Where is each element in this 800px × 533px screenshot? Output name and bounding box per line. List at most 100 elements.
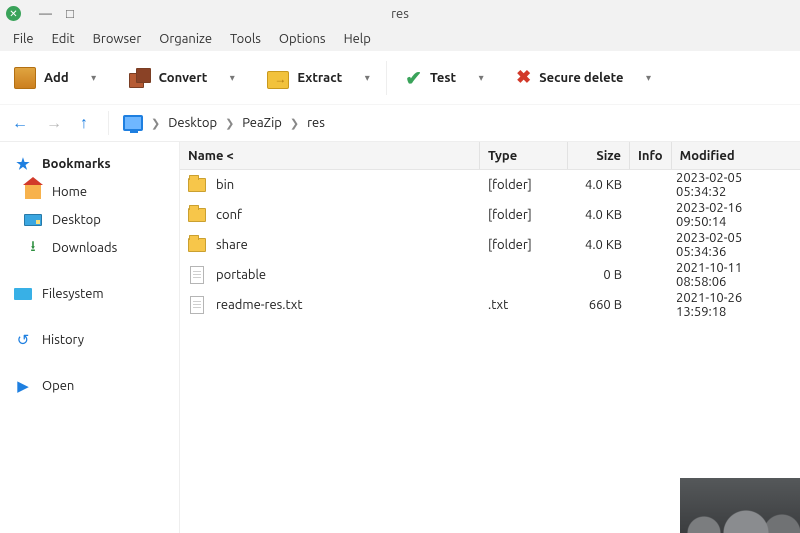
- file-name: share: [216, 238, 248, 252]
- toolbar-separator: [386, 61, 387, 95]
- file-type: [folder]: [480, 200, 568, 230]
- menu-file[interactable]: File: [4, 29, 43, 49]
- extract-label: Extract: [297, 71, 342, 85]
- add-button[interactable]: Add: [8, 63, 75, 93]
- file-modified: 2023-02-16 09:50:14: [668, 200, 800, 230]
- file-icon: [190, 296, 204, 314]
- file-modified: 2023-02-05 05:34:36: [668, 230, 800, 260]
- file-modified: 2023-02-05 05:34:32: [668, 170, 800, 200]
- file-modified: 2021-10-26 13:59:18: [668, 290, 800, 320]
- window-maximize-button[interactable]: □: [66, 6, 74, 21]
- secure-delete-dropdown[interactable]: [642, 71, 656, 85]
- column-type[interactable]: Type: [480, 142, 568, 169]
- home-icon: [25, 185, 41, 199]
- downloads-label: Downloads: [52, 241, 117, 255]
- window-minimize-button[interactable]: —: [39, 7, 52, 21]
- history-icon: ↺: [14, 332, 32, 348]
- file-info: [630, 170, 668, 200]
- file-modified: 2021-10-11 08:58:06: [668, 260, 800, 290]
- menu-options[interactable]: Options: [270, 29, 335, 49]
- file-info: [630, 200, 668, 230]
- desktop-icon: [24, 214, 42, 226]
- drive-icon: [14, 288, 32, 300]
- nav-forward-button[interactable]: →: [44, 114, 64, 133]
- folder-icon: [188, 208, 206, 222]
- column-modified[interactable]: Modified: [672, 142, 800, 169]
- extract-dropdown[interactable]: [360, 71, 374, 85]
- navbar: ← → ↑ ❯ Desktop ❯ PeaZip ❯ res: [0, 105, 800, 141]
- main-area: ★ Bookmarks Home Desktop ⭳ Downloads Fil…: [0, 141, 800, 533]
- folder-icon: [188, 238, 206, 252]
- table-row[interactable]: readme-res.txt.txt660 B2021-10-26 13:59:…: [180, 290, 800, 320]
- extract-folder-icon: [267, 71, 289, 89]
- boxes-icon: [129, 67, 151, 89]
- open-label: Open: [42, 379, 74, 393]
- menubar: File Edit Browser Organize Tools Options…: [0, 27, 800, 51]
- download-icon: ⭳: [24, 240, 42, 256]
- titlebar: ✕ — □ res: [0, 0, 800, 27]
- file-size: 660 B: [568, 290, 630, 320]
- sidebar: ★ Bookmarks Home Desktop ⭳ Downloads Fil…: [0, 142, 180, 533]
- extract-button[interactable]: Extract: [261, 65, 348, 91]
- sidebar-item-downloads[interactable]: ⭳ Downloads: [0, 234, 179, 262]
- window-title: res: [0, 7, 800, 21]
- column-size[interactable]: Size: [568, 142, 630, 169]
- desktop-label: Desktop: [52, 213, 101, 227]
- column-headers: Name < Type Size Info Modified: [180, 142, 800, 170]
- sidebar-item-home[interactable]: Home: [0, 178, 179, 206]
- secure-delete-label: Secure delete: [539, 71, 623, 85]
- menu-help[interactable]: Help: [335, 29, 380, 49]
- file-type: [folder]: [480, 170, 568, 200]
- secure-delete-button[interactable]: ✖ Secure delete: [510, 63, 629, 92]
- toolbar: Add Convert Extract ✔ Test ✖ Secure dele…: [0, 51, 800, 105]
- sidebar-item-filesystem[interactable]: Filesystem: [0, 280, 179, 308]
- file-info: [630, 290, 668, 320]
- home-label: Home: [52, 185, 87, 199]
- sidebar-bookmarks[interactable]: ★ Bookmarks: [0, 150, 179, 178]
- add-dropdown[interactable]: [87, 71, 101, 85]
- table-row[interactable]: portable0 B2021-10-11 08:58:06: [180, 260, 800, 290]
- box-icon: [14, 67, 36, 89]
- column-name[interactable]: Name <: [180, 142, 480, 169]
- file-name: conf: [216, 208, 242, 222]
- nav-separator: [108, 111, 109, 135]
- breadcrumb: ❯ Desktop ❯ PeaZip ❯ res: [123, 115, 325, 131]
- sidebar-item-history[interactable]: ↺ History: [0, 326, 179, 354]
- chevron-right-icon: ❯: [225, 117, 234, 130]
- test-dropdown[interactable]: [474, 71, 488, 85]
- folder-icon: [188, 178, 206, 192]
- file-type: .txt: [480, 290, 568, 320]
- file-icon: [190, 266, 204, 284]
- table-row[interactable]: bin[folder]4.0 KB2023-02-05 05:34:32: [180, 170, 800, 200]
- menu-browser[interactable]: Browser: [84, 29, 151, 49]
- x-icon: ✖: [516, 67, 531, 88]
- play-icon: ▶: [14, 378, 32, 394]
- menu-tools[interactable]: Tools: [221, 29, 270, 49]
- table-row[interactable]: share[folder]4.0 KB2023-02-05 05:34:36: [180, 230, 800, 260]
- file-size: 0 B: [568, 260, 630, 290]
- sidebar-item-open[interactable]: ▶ Open: [0, 372, 179, 400]
- convert-dropdown[interactable]: [225, 71, 239, 85]
- breadcrumb-res[interactable]: res: [307, 116, 325, 130]
- check-icon: ✔: [405, 66, 422, 90]
- menu-organize[interactable]: Organize: [150, 29, 221, 49]
- file-list: bin[folder]4.0 KB2023-02-05 05:34:32 conf…: [180, 170, 800, 320]
- table-row[interactable]: conf[folder]4.0 KB2023-02-16 09:50:14: [180, 200, 800, 230]
- add-label: Add: [44, 71, 69, 85]
- nav-back-button[interactable]: ←: [10, 114, 30, 133]
- breadcrumb-peazip[interactable]: PeaZip: [242, 116, 282, 130]
- test-label: Test: [430, 71, 456, 85]
- star-icon: ★: [14, 156, 32, 172]
- test-button[interactable]: ✔ Test: [399, 62, 462, 94]
- convert-button[interactable]: Convert: [123, 63, 214, 93]
- preview-thumbnail: [680, 478, 800, 533]
- computer-icon[interactable]: [123, 115, 143, 131]
- sidebar-item-desktop[interactable]: Desktop: [0, 206, 179, 234]
- file-type: [480, 260, 568, 290]
- window-close-button[interactable]: ✕: [6, 6, 21, 21]
- breadcrumb-desktop[interactable]: Desktop: [168, 116, 217, 130]
- history-label: History: [42, 333, 84, 347]
- menu-edit[interactable]: Edit: [43, 29, 84, 49]
- column-info[interactable]: Info: [630, 142, 672, 169]
- nav-up-button[interactable]: ↑: [78, 114, 90, 133]
